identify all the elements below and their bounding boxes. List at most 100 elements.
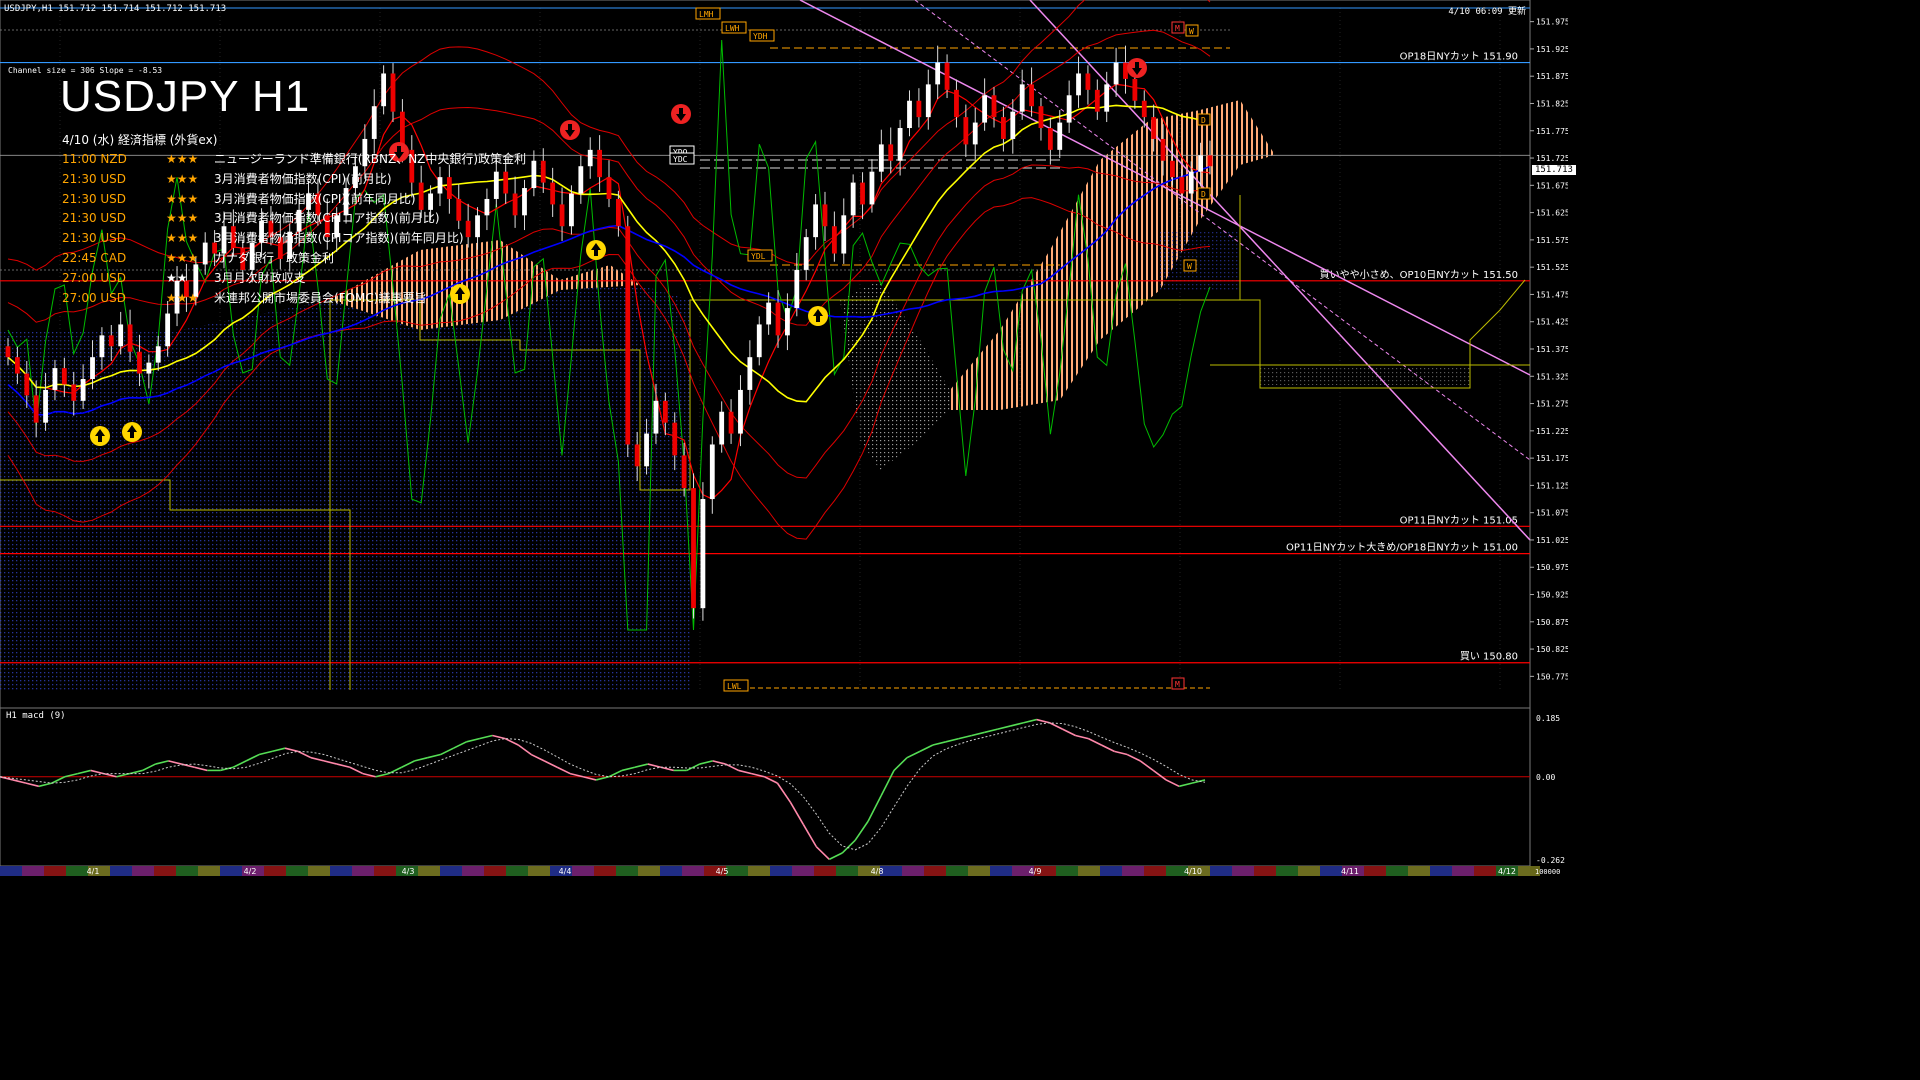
- candle-body: [634, 444, 640, 467]
- y-tick-label: 151.325: [1536, 372, 1568, 381]
- econ-event-name: 米連邦公開市場委員会(FOMC)議事要旨: [214, 290, 427, 305]
- session-segment: [110, 866, 132, 876]
- session-segment: [792, 866, 814, 876]
- session-segment: [198, 866, 220, 876]
- econ-event-stars: ★★★: [166, 171, 199, 186]
- session-segment: [0, 866, 22, 876]
- candle-body: [14, 357, 20, 374]
- candle-body: [738, 389, 743, 434]
- candle-body: [33, 395, 39, 423]
- candle-body: [371, 106, 377, 139]
- econ-event-stars: ★★★: [166, 231, 199, 246]
- candle-body: [1207, 155, 1213, 167]
- session-segment: [1078, 866, 1100, 876]
- y-tick-label: 151.175: [1536, 454, 1568, 463]
- econ-event-time: 21:30 USD: [62, 171, 127, 186]
- time-tick-label: 4/4: [559, 867, 572, 876]
- candle-body: [775, 302, 781, 336]
- candle-body: [137, 351, 142, 374]
- session-segment: [308, 866, 330, 876]
- y-tick-label: 151.525: [1536, 263, 1568, 272]
- candle-body: [165, 313, 171, 347]
- session-segment: [1232, 866, 1254, 876]
- y-tick-label: 150.825: [1536, 645, 1568, 654]
- econ-event: 21:30 USD ★★★ 3月消費者物価指数(CPIコア指数)(前年同月比): [62, 229, 526, 249]
- econ-event: 11:00 NZD ★★★ ニュージーランド準備銀行(RBNZ、NZ中央銀行)政策金…: [62, 150, 526, 170]
- y-tick-label: 151.075: [1536, 509, 1568, 518]
- candle-body: [1047, 128, 1053, 150]
- session-segment: [814, 866, 836, 876]
- candle-body: [860, 182, 865, 205]
- candle-body: [803, 237, 809, 270]
- y-tick-label: 151.875: [1536, 72, 1568, 81]
- candle-body: [1085, 73, 1091, 90]
- y-tick-label: 151.375: [1536, 345, 1568, 354]
- session-segment: [1430, 866, 1452, 876]
- y-tick-label: 151.025: [1536, 536, 1568, 545]
- session-segment: [990, 866, 1012, 876]
- session-segment: [924, 866, 946, 876]
- econ-event-name: 3月月次財政収支: [214, 270, 306, 285]
- candle-body: [615, 198, 621, 227]
- session-segment: [44, 866, 66, 876]
- current-price-tag: 151.713: [1532, 165, 1576, 175]
- econ-event-time: 21:30 USD: [62, 231, 127, 246]
- level-label: OP11日NYカット大きめ/OP18日NYカット 151.00: [1286, 541, 1518, 554]
- candle-body: [813, 204, 818, 238]
- candle-body: [709, 444, 715, 500]
- candle-body: [972, 122, 978, 145]
- candle-body: [5, 346, 11, 358]
- candle-body: [1151, 117, 1157, 139]
- level-box-label: LWH: [725, 24, 740, 33]
- econ-event-time: 21:30 USD: [62, 211, 127, 226]
- candle-body: [1066, 95, 1072, 123]
- econ-event-name: ニュージーランド準備銀行(RBNZ、NZ中央銀行)政策金利: [214, 152, 527, 166]
- candle-body: [963, 117, 969, 145]
- session-segment: [1474, 866, 1496, 876]
- candle-body: [925, 84, 931, 118]
- session-segment: [1452, 866, 1474, 876]
- candle-body: [1198, 155, 1204, 172]
- candle-body: [71, 384, 77, 401]
- y-tick-label: 150.775: [1536, 672, 1568, 681]
- session-segment: [968, 866, 990, 876]
- candle-body: [597, 149, 603, 178]
- candle-body: [1179, 177, 1185, 194]
- session-segment: [1144, 866, 1166, 876]
- candle-body: [1104, 84, 1110, 112]
- candle-body: [569, 193, 574, 227]
- y-tick-label: 151.725: [1536, 154, 1568, 163]
- candle-body: [681, 455, 687, 489]
- session-segment: [1364, 866, 1386, 876]
- candle-body: [850, 182, 856, 216]
- candle-body: [155, 346, 161, 363]
- econ-event-stars: ★★★: [166, 211, 199, 226]
- econ-event-stars: ★★★: [166, 191, 199, 206]
- candle-body: [991, 95, 997, 118]
- price-axis: 151.975 151.925 151.875 151.825 151.775 151.7…: [1530, 18, 1568, 681]
- econ-event: 21:30 USD ★★★ 3月消費者物価指数(CPI)(前年同月比): [62, 190, 526, 210]
- y-tick-label: 150.975: [1536, 563, 1568, 572]
- session-segment: [1254, 866, 1276, 876]
- candle-body: [982, 95, 988, 123]
- candle-body: [1038, 106, 1044, 129]
- econ-event-stars: ★★★: [166, 152, 199, 166]
- candle-body: [127, 324, 133, 352]
- session-segment: [264, 866, 286, 876]
- candle-body: [90, 357, 95, 380]
- candle-body: [916, 100, 922, 118]
- session-segment: [1122, 866, 1144, 876]
- candle-body: [381, 73, 387, 107]
- session-segment: [1320, 866, 1342, 876]
- econ-event-time: 27:00 USD: [62, 290, 127, 305]
- time-tick-label: 4/10: [1184, 867, 1202, 876]
- candle-body: [1123, 62, 1128, 79]
- session-segment: [418, 866, 440, 876]
- candle-body: [954, 89, 959, 118]
- candle-body: [794, 269, 800, 309]
- econ-event-time: 22:45 CAD: [62, 250, 127, 265]
- econ-event-time: 27:00 USD: [62, 270, 127, 285]
- econ-event-time: 11:00 NZD: [62, 152, 127, 166]
- candle-body: [869, 171, 875, 205]
- econ-event-name: カナダ銀行 政策金利: [214, 250, 335, 265]
